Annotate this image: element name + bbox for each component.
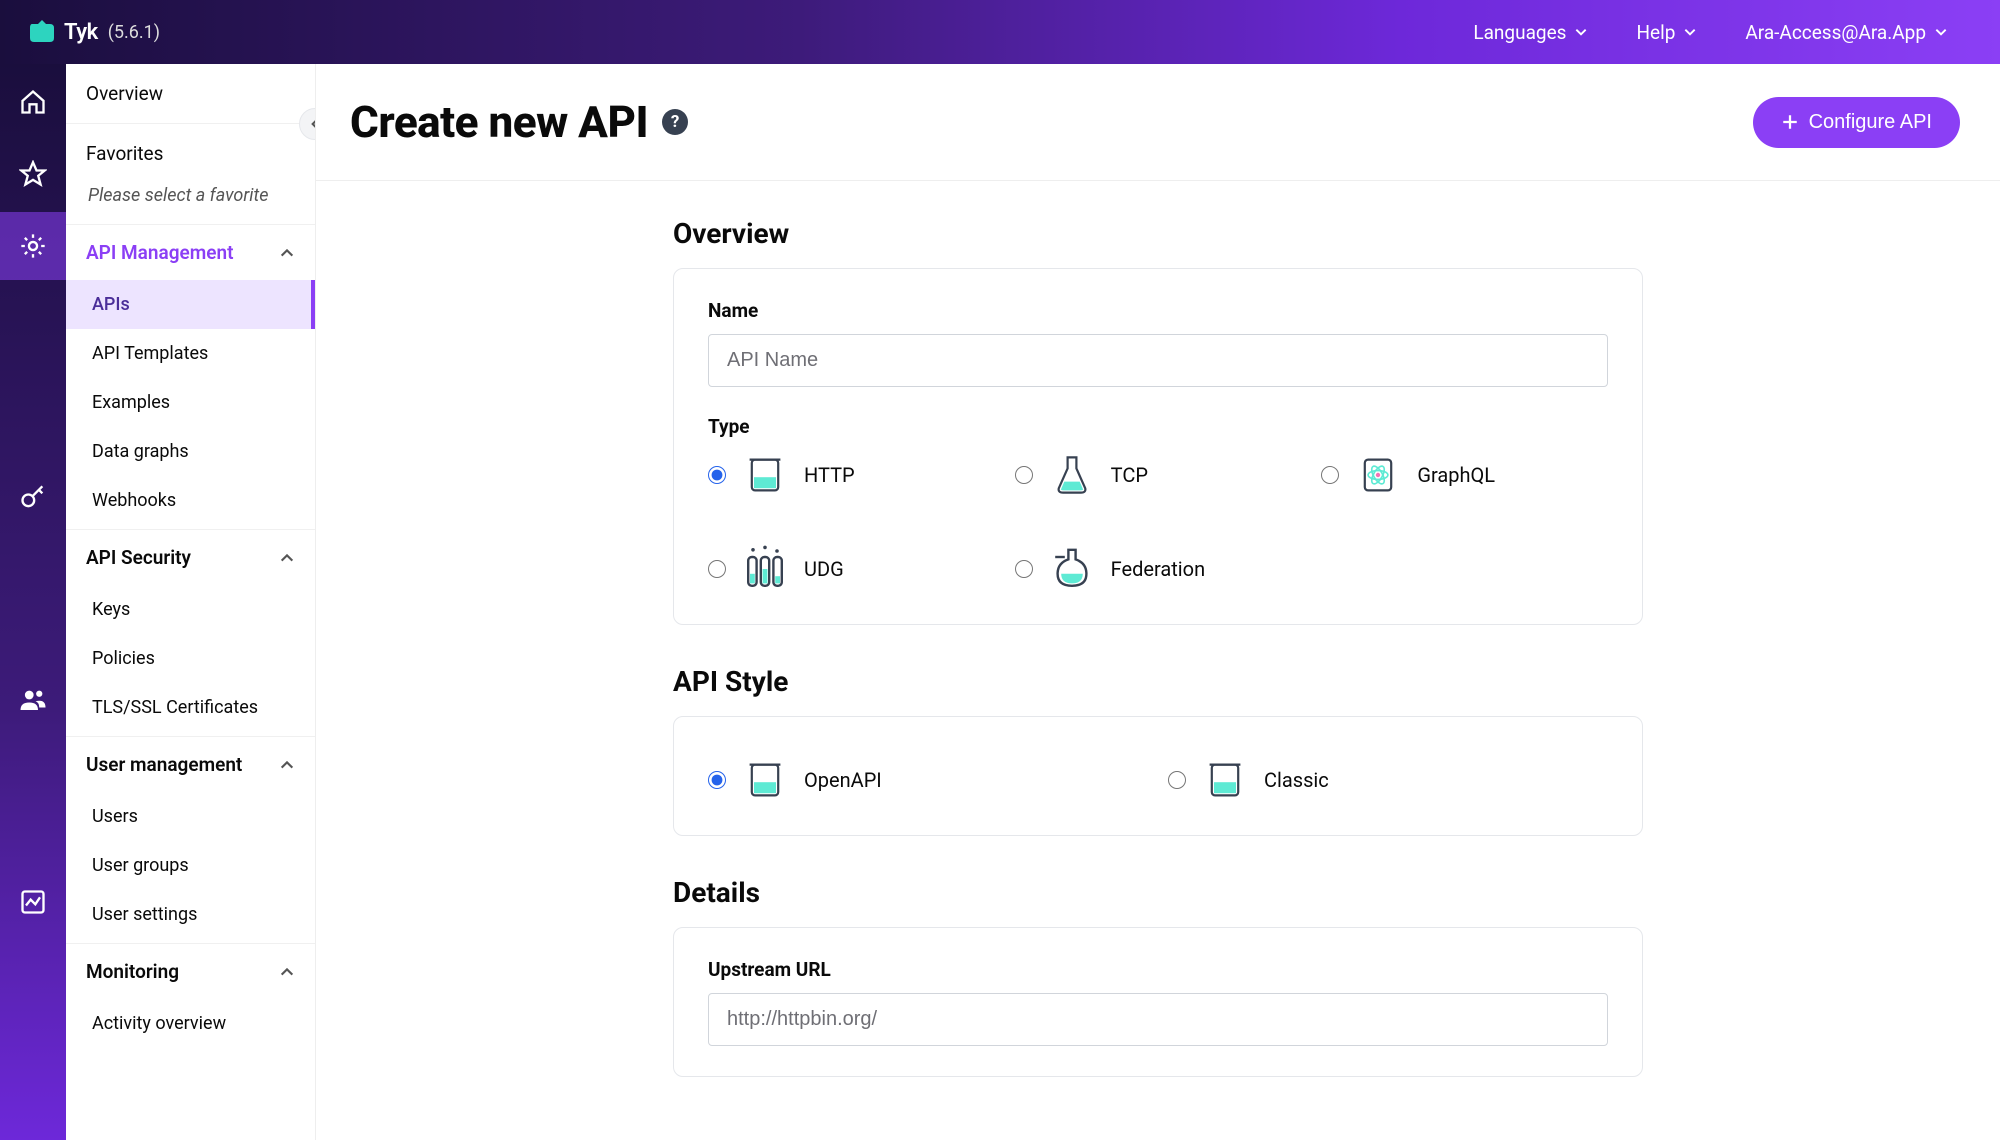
page-header: Create new API ? Configure API [316, 64, 2000, 181]
sidebar-section-api-security[interactable]: API Security [66, 530, 315, 585]
api-name-input[interactable] [708, 334, 1608, 387]
account-label: Ara-Access@Ara.App [1745, 21, 1926, 44]
details-card: Upstream URL [673, 927, 1643, 1077]
rail-users-icon[interactable] [17, 684, 49, 716]
type-label-udg: UDG [804, 557, 844, 581]
account-menu[interactable]: Ara-Access@Ara.App [1721, 21, 1972, 44]
sidebar-item-user-groups[interactable]: User groups [66, 841, 315, 890]
upstream-url-input[interactable] [708, 993, 1608, 1046]
type-label: Type [708, 415, 1608, 438]
chevron-left-icon [308, 117, 316, 131]
type-label-tcp: TCP [1111, 463, 1148, 487]
round-flask-icon [1047, 544, 1097, 594]
sidebar-item-activity-overview[interactable]: Activity overview [66, 999, 315, 1048]
sidebar-item-tls-certs[interactable]: TLS/SSL Certificates [66, 683, 315, 737]
test-tubes-icon [740, 544, 790, 594]
type-option-udg[interactable]: UDG [708, 544, 995, 594]
plus-icon [1781, 113, 1799, 131]
type-label-federation: Federation [1111, 557, 1205, 581]
sidebar-section-label: User management [86, 753, 242, 776]
sidebar-section-label: Monitoring [86, 960, 179, 983]
api-style-heading: API Style [673, 665, 1643, 698]
sidebar-item-webhooks[interactable]: Webhooks [66, 476, 315, 530]
sidebar-section-api-management[interactable]: API Management [66, 225, 315, 280]
overview-heading: Overview [673, 217, 1643, 250]
configure-api-button[interactable]: Configure API [1753, 97, 1960, 148]
name-label: Name [708, 299, 1608, 322]
rail-favorites-icon[interactable] [17, 158, 49, 190]
rail-home-icon[interactable] [17, 86, 49, 118]
flask-icon [1047, 450, 1097, 500]
style-option-openapi[interactable]: OpenAPI [708, 755, 1148, 805]
sidebar-item-data-graphs[interactable]: Data graphs [66, 427, 315, 476]
sidebar-section-monitoring[interactable]: Monitoring [66, 944, 315, 999]
page-title: Create new API [350, 96, 648, 148]
chevron-up-icon [279, 550, 295, 566]
top-bar: Tyk (5.6.1) Languages Help Ara-Access@Ar… [0, 0, 2000, 64]
upstream-url-label: Upstream URL [708, 958, 1608, 981]
chevron-up-icon [279, 757, 295, 773]
languages-menu[interactable]: Languages [1449, 21, 1612, 44]
help-label: Help [1636, 21, 1675, 44]
style-option-classic[interactable]: Classic [1168, 755, 1608, 805]
type-label-http: HTTP [804, 463, 855, 487]
type-option-tcp[interactable]: TCP [1015, 450, 1302, 500]
api-style-card: OpenAPI Classic [673, 716, 1643, 836]
sidebar-item-policies[interactable]: Policies [66, 634, 315, 683]
style-radio-openapi[interactable] [708, 771, 726, 789]
sidebar-section-label: API Security [86, 546, 191, 569]
type-radio-http[interactable] [708, 466, 726, 484]
help-menu[interactable]: Help [1612, 21, 1721, 44]
details-heading: Details [673, 876, 1643, 909]
icon-rail [0, 64, 66, 1140]
sidebar: Overview Favorites Please select a favor… [66, 64, 316, 1140]
rail-monitoring-icon[interactable] [17, 886, 49, 918]
sidebar-section-label: API Management [86, 241, 233, 264]
favorites-hint: Please select a favorite [66, 171, 315, 225]
sidebar-item-overview[interactable]: Overview [66, 64, 315, 124]
languages-label: Languages [1473, 21, 1566, 44]
help-icon[interactable]: ? [662, 109, 688, 135]
main-content: Create new API ? Configure API Overview … [316, 64, 2000, 1140]
brand-logo: Tyk [28, 20, 98, 45]
tyk-logo-icon [28, 20, 56, 44]
chevron-up-icon [279, 964, 295, 980]
type-radio-tcp[interactable] [1015, 466, 1033, 484]
beaker-icon [740, 450, 790, 500]
style-radio-classic[interactable] [1168, 771, 1186, 789]
sidebar-item-keys[interactable]: Keys [66, 585, 315, 634]
beaker-icon [1200, 755, 1250, 805]
sidebar-item-users[interactable]: Users [66, 792, 315, 841]
type-option-federation[interactable]: Federation [1015, 544, 1302, 594]
chevron-down-icon [1574, 25, 1588, 39]
style-label-classic: Classic [1264, 768, 1329, 792]
chevron-down-icon [1934, 25, 1948, 39]
chevron-down-icon [1683, 25, 1697, 39]
rail-security-icon[interactable] [17, 482, 49, 514]
sidebar-item-api-templates[interactable]: API Templates [66, 329, 315, 378]
version-label: (5.6.1) [108, 22, 160, 43]
configure-api-label: Configure API [1809, 111, 1932, 134]
rail-api-management-icon[interactable] [17, 230, 49, 262]
type-option-http[interactable]: HTTP [708, 450, 995, 500]
type-radio-udg[interactable] [708, 560, 726, 578]
sidebar-item-user-settings[interactable]: User settings [66, 890, 315, 944]
type-radio-federation[interactable] [1015, 560, 1033, 578]
type-label-graphql: GraphQL [1417, 463, 1495, 487]
beaker-icon [740, 755, 790, 805]
brand-name: Tyk [64, 20, 98, 45]
sidebar-item-favorites[interactable]: Favorites [66, 124, 315, 171]
chevron-up-icon [279, 245, 295, 261]
style-label-openapi: OpenAPI [804, 768, 882, 792]
sidebar-item-examples[interactable]: Examples [66, 378, 315, 427]
sidebar-item-apis[interactable]: APIs [66, 280, 315, 329]
type-option-graphql[interactable]: GraphQL [1321, 450, 1608, 500]
type-radio-graphql[interactable] [1321, 466, 1339, 484]
overview-card: Name Type HTTP TCP [673, 268, 1643, 625]
sidebar-section-user-management[interactable]: User management [66, 737, 315, 792]
atom-jar-icon [1353, 450, 1403, 500]
